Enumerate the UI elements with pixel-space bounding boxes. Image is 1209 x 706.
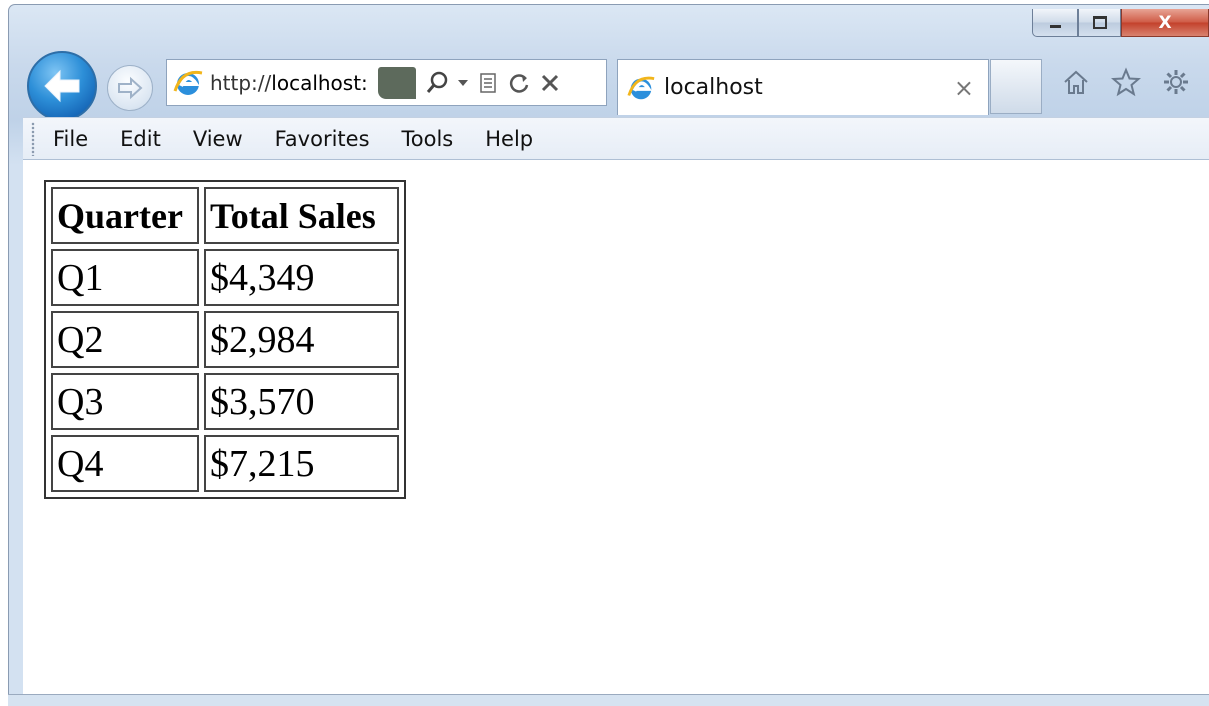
favorites-star-icon[interactable] (1108, 64, 1144, 100)
quarter-cell: Q3 (51, 373, 199, 430)
menu-favorites[interactable]: Favorites (275, 127, 370, 151)
quarter-cell: Q4 (51, 435, 199, 492)
search-icon[interactable] (426, 71, 448, 95)
back-button[interactable] (27, 51, 97, 121)
url-host: localhost: (271, 70, 368, 95)
table-header-row: Quarter Total Sales (51, 187, 399, 244)
maximize-icon (1092, 16, 1107, 29)
url-prefix: http:// (210, 70, 272, 95)
home-icon[interactable] (1058, 64, 1094, 100)
mouse-cursor-overlay (378, 66, 416, 99)
menu-file[interactable]: File (53, 127, 88, 151)
table-row: Q2 $2,984 (51, 311, 399, 368)
tab-localhost[interactable]: localhost × (617, 59, 989, 115)
url-text[interactable]: http://localhost: (210, 71, 378, 95)
tab-title: localhost (664, 75, 763, 100)
forward-arrow-icon (118, 76, 143, 100)
sales-cell: $7,215 (204, 435, 399, 492)
sales-table: Quarter Total Sales Q1 $4,349 Q2 $2,984 … (44, 180, 406, 499)
caption-buttons: X (1032, 9, 1209, 49)
minimize-icon (1049, 24, 1061, 28)
new-tab-button[interactable] (990, 59, 1042, 114)
address-bar[interactable]: http://localhost: (166, 59, 607, 106)
tools-gear-icon[interactable] (1158, 64, 1194, 100)
menu-edit[interactable]: Edit (120, 127, 161, 151)
ie-logo-icon (173, 70, 203, 95)
column-header-total-sales: Total Sales (204, 187, 399, 244)
menu-tools[interactable]: Tools (402, 127, 454, 151)
menu-view[interactable]: View (193, 127, 243, 151)
maximize-button[interactable] (1078, 9, 1121, 37)
close-icon: X (1158, 12, 1172, 33)
menu-bar: File Edit View Favorites Tools Help (23, 117, 1209, 160)
compatibility-view-icon[interactable] (478, 72, 498, 94)
back-arrow-icon (44, 69, 80, 103)
menu-help[interactable]: Help (485, 127, 533, 151)
stop-icon[interactable] (540, 73, 560, 93)
command-icons (1058, 64, 1194, 100)
column-header-quarter: Quarter (51, 187, 199, 244)
table-row: Q3 $3,570 (51, 373, 399, 430)
sales-cell: $4,349 (204, 249, 399, 306)
tab-close-icon[interactable]: × (954, 74, 974, 102)
minimize-button[interactable] (1032, 9, 1078, 37)
window-bottom-border (8, 694, 1209, 706)
refresh-icon[interactable] (508, 72, 530, 94)
close-button[interactable]: X (1121, 9, 1209, 37)
forward-button[interactable] (107, 65, 153, 111)
sales-cell: $2,984 (204, 311, 399, 368)
table-row: Q1 $4,349 (51, 249, 399, 306)
menu-grip[interactable] (31, 121, 35, 156)
table-row: Q4 $7,215 (51, 435, 399, 492)
dropdown-icon[interactable] (458, 79, 468, 87)
sales-cell: $3,570 (204, 373, 399, 430)
quarter-cell: Q2 (51, 311, 199, 368)
page-content: Quarter Total Sales Q1 $4,349 Q2 $2,984 … (23, 160, 1209, 694)
quarter-cell: Q1 (51, 249, 199, 306)
tab-ie-logo-icon (627, 76, 655, 99)
